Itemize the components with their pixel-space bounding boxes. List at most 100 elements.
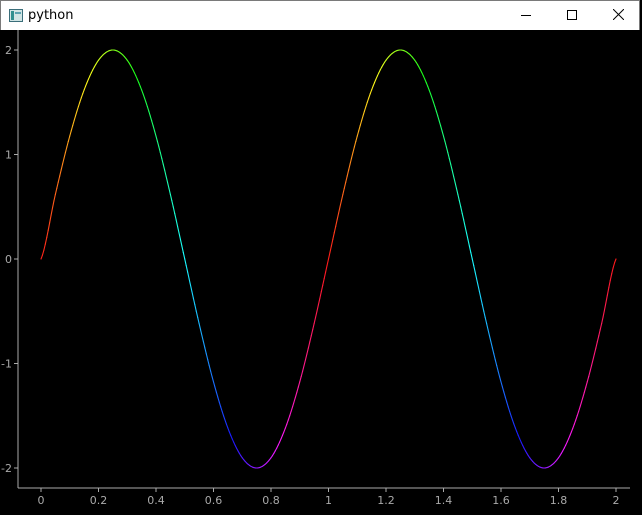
series-line-segment [367, 98, 368, 102]
series-line-segment [363, 111, 364, 116]
series-line-segment [455, 182, 456, 188]
series-line-segment [494, 354, 495, 360]
series-line-segment [517, 432, 518, 436]
series-line-segment [518, 435, 519, 438]
series-line-segment [81, 94, 82, 98]
series-line-segment [137, 79, 138, 82]
series-line-segment [441, 126, 442, 131]
series-line-segment [502, 387, 503, 392]
series-line-segment [45, 238, 46, 245]
series-line-segment [77, 107, 78, 112]
series-line-segment [320, 292, 321, 299]
series-line-segment [485, 317, 486, 323]
series-line-segment [140, 86, 141, 90]
maximize-button[interactable] [549, 1, 595, 31]
series-line-segment [209, 365, 210, 371]
series-line-segment [206, 354, 207, 360]
series-line-segment [202, 336, 203, 342]
series-line-segment [168, 182, 169, 188]
series-line-segment [465, 226, 466, 233]
series-line-segment [287, 420, 288, 424]
y-tick-label: 1 [5, 149, 12, 162]
series-line-segment [285, 424, 286, 428]
series-line-segment [354, 141, 355, 146]
series-line-segment [510, 411, 511, 415]
series-line-segment [298, 382, 299, 387]
series-line-segment [313, 324, 314, 330]
series-line-segment [87, 79, 88, 82]
series-line-segment [592, 360, 593, 366]
series-line-segment [80, 98, 81, 102]
series-line-segment [329, 253, 330, 259]
series-line-segment [83, 90, 84, 94]
series-line-segment [74, 116, 75, 121]
series-line-segment [445, 141, 446, 146]
series-line-segment [514, 424, 515, 428]
series-line-segment [201, 330, 202, 336]
series-line-segment [444, 136, 445, 141]
series-line-segment [324, 272, 325, 279]
series-line-segment [586, 382, 587, 387]
series-line-segment [360, 121, 361, 126]
series-line-segment [76, 111, 77, 116]
series-line-segment [612, 268, 613, 274]
series-line-segment [185, 259, 186, 265]
series-line-segment [350, 158, 351, 164]
series-line-segment [372, 86, 373, 90]
series-line-segment [67, 141, 68, 146]
series-line-segment [218, 397, 219, 402]
series-line-segment [175, 213, 176, 219]
series-line-segment [50, 215, 51, 223]
series-line-segment [364, 107, 365, 112]
series-line-segment [326, 265, 327, 272]
series-line-segment [337, 213, 338, 219]
series-line-segment [73, 121, 74, 126]
series-line-segment [436, 111, 437, 116]
close-button[interactable] [595, 1, 641, 31]
series-line-segment [576, 416, 577, 420]
series-line-segment [582, 397, 583, 402]
series-line-segment [139, 83, 140, 87]
series-line-segment [479, 292, 480, 299]
minimize-button[interactable] [503, 1, 549, 31]
series-line-segment [429, 90, 430, 94]
series-line-segment [142, 90, 143, 94]
series-line-segment [191, 285, 192, 292]
series-line-segment [47, 230, 48, 237]
series-line-segment [84, 86, 85, 90]
series-line-segment [318, 298, 319, 304]
series-line-segment [51, 208, 52, 215]
plot-area[interactable]: 00.20.40.60.811.21.41.61.82-2-1012 [0, 30, 642, 510]
series-line-segment [570, 432, 571, 436]
series-line-segment [330, 246, 331, 253]
series-line-segment [426, 83, 427, 87]
series-line-segment [281, 435, 282, 438]
close-icon [613, 7, 624, 25]
series-line-segment [442, 131, 443, 136]
series-line-segment [225, 420, 226, 424]
series-line-segment [316, 311, 317, 317]
series-line-segment [303, 365, 304, 371]
series-line-segment [214, 382, 215, 387]
series-line-segment [147, 107, 148, 112]
series-line-segment [196, 311, 197, 317]
series-line-segment [290, 411, 291, 415]
series-line-segment [357, 131, 358, 136]
series-line-segment [334, 226, 335, 233]
series-line-segment [180, 239, 181, 246]
series-line-segment [327, 259, 328, 265]
series-line-segment [48, 223, 49, 230]
series-line-segment [291, 407, 292, 412]
x-tick-label: 2 [613, 494, 620, 507]
series-line-segment [475, 272, 476, 279]
series-line-segment [203, 342, 204, 348]
y-tick-label: 2 [5, 44, 12, 57]
series-line-segment [169, 188, 170, 194]
series-line-segment [497, 365, 498, 371]
series-line-segment [71, 126, 72, 131]
series-line-segment [288, 416, 289, 420]
series-line-segment [153, 126, 154, 131]
window-titlebar[interactable]: python [0, 0, 640, 30]
series-line-segment [304, 360, 305, 366]
series-line-segment [307, 348, 308, 354]
